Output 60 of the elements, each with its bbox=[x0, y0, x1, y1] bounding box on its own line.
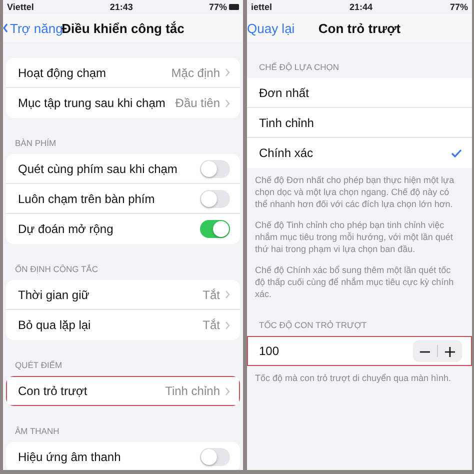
section-header: QUÉT ĐIỂM bbox=[15, 360, 62, 370]
section-header: ÂM THANH bbox=[15, 426, 60, 436]
row-label: Dự đoán mở rộng bbox=[18, 222, 114, 236]
row-value: Mặc định bbox=[171, 66, 220, 80]
row-value: Tắt bbox=[202, 318, 220, 332]
battery-label: 77% bbox=[450, 2, 468, 12]
row-label: Luôn chạm trên bàn phím bbox=[18, 192, 156, 206]
speed-value: 100 bbox=[259, 344, 280, 358]
checkmark-icon bbox=[451, 148, 462, 158]
section-header: BÀN PHÍM bbox=[15, 138, 56, 148]
toggle-switch[interactable] bbox=[200, 160, 230, 178]
clock: 21:44 bbox=[349, 2, 373, 12]
section-footer: Chế độ Đơn nhất cho phép bạn thực hiện một lựa chọn dọc và một lựa chọn ngang. Chế độ này có thể nhanh hơn đối với các đích lựa chọn lớn hơn. bbox=[247, 168, 472, 210]
increment-button[interactable]: + bbox=[438, 340, 462, 362]
section-footer: Chế độ Chính xác bổ sung thêm một lần quét tốc độ thấp cuối cùng để nhắm mục tiêu cực kỳ chính xác. bbox=[247, 255, 472, 300]
row-value: Tắt bbox=[202, 288, 220, 302]
decrement-button[interactable]: − bbox=[413, 340, 437, 362]
settings-row[interactable]: Con trỏ trượt Tinh chỉnh bbox=[6, 376, 240, 406]
section-header: CHẾ ĐỘ LỰA CHỌN bbox=[259, 62, 339, 72]
section-header: ỔN ĐỊNH CÔNG TẮC bbox=[15, 264, 98, 274]
carrier-label: Viettel bbox=[7, 2, 34, 12]
toggle-switch[interactable] bbox=[200, 448, 230, 466]
row-label: Con trỏ trượt bbox=[18, 384, 88, 398]
option-row[interactable]: Tinh chỉnh bbox=[247, 108, 472, 138]
settings-row[interactable]: Hoạt động chạm Mặc định bbox=[6, 58, 240, 88]
screen-title: Điều khiển công tắc bbox=[62, 20, 184, 36]
option-row[interactable]: Đơn nhất bbox=[247, 78, 472, 108]
chevron-icon bbox=[225, 98, 230, 108]
settings-row[interactable]: Bỏ qua lặp lại Tắt bbox=[6, 310, 240, 340]
row-label: Thời gian giữ bbox=[18, 288, 90, 302]
row-value: Đầu tiên bbox=[175, 96, 220, 110]
row-value: Tinh chỉnh bbox=[165, 384, 220, 398]
section-footer: Chế độ Tinh chỉnh cho phép bạn tinh chỉnh việc nhắm mục tiêu trong mỗi hướng, với một lần quét thứ hai trong phạm vi lựa chọn ban đầu. bbox=[247, 210, 472, 255]
clock: 21:43 bbox=[110, 2, 133, 12]
row-label: Hoạt động chạm bbox=[18, 66, 108, 80]
chevron-icon bbox=[225, 386, 230, 396]
back-chevron-icon bbox=[3, 23, 8, 33]
settings-row[interactable]: Thời gian giữ Tắt bbox=[6, 280, 240, 310]
chevron-icon bbox=[225, 320, 230, 330]
back-link[interactable]: Quay lại bbox=[247, 20, 295, 36]
screen-title: Con trỏ trượt bbox=[318, 20, 401, 36]
chevron-icon bbox=[225, 290, 230, 299]
section-footer: Tốc độ mà con trỏ trượt di chuyển qua màn hình. bbox=[247, 366, 472, 384]
toggle-switch[interactable] bbox=[200, 190, 230, 208]
settings-row[interactable]: Mục tập trung sau khi chạm Đầu tiên bbox=[6, 88, 240, 118]
row-label: Bỏ qua lặp lại bbox=[18, 318, 92, 332]
row-label: Mục tập trung sau khi chạm bbox=[18, 96, 166, 110]
option-row[interactable]: Chính xác bbox=[247, 138, 472, 168]
option-label: Đơn nhất bbox=[259, 86, 310, 100]
toggle-switch[interactable] bbox=[200, 220, 230, 238]
chevron-icon bbox=[225, 68, 230, 77]
row-label: Hiệu ứng âm thanh bbox=[18, 450, 122, 464]
option-label: Chính xác bbox=[259, 146, 314, 160]
back-link[interactable]: Trợ năng bbox=[3, 20, 63, 36]
row-label: Quét cùng phím sau khi chạm bbox=[18, 162, 178, 176]
option-label: Tinh chỉnh bbox=[259, 116, 315, 130]
section-header: TỐC ĐỘ CON TRỎ TRƯỢT bbox=[259, 320, 367, 330]
battery-label: 77% bbox=[208, 2, 227, 12]
battery-icon bbox=[229, 4, 239, 10]
carrier-label: iettel bbox=[251, 2, 272, 12]
